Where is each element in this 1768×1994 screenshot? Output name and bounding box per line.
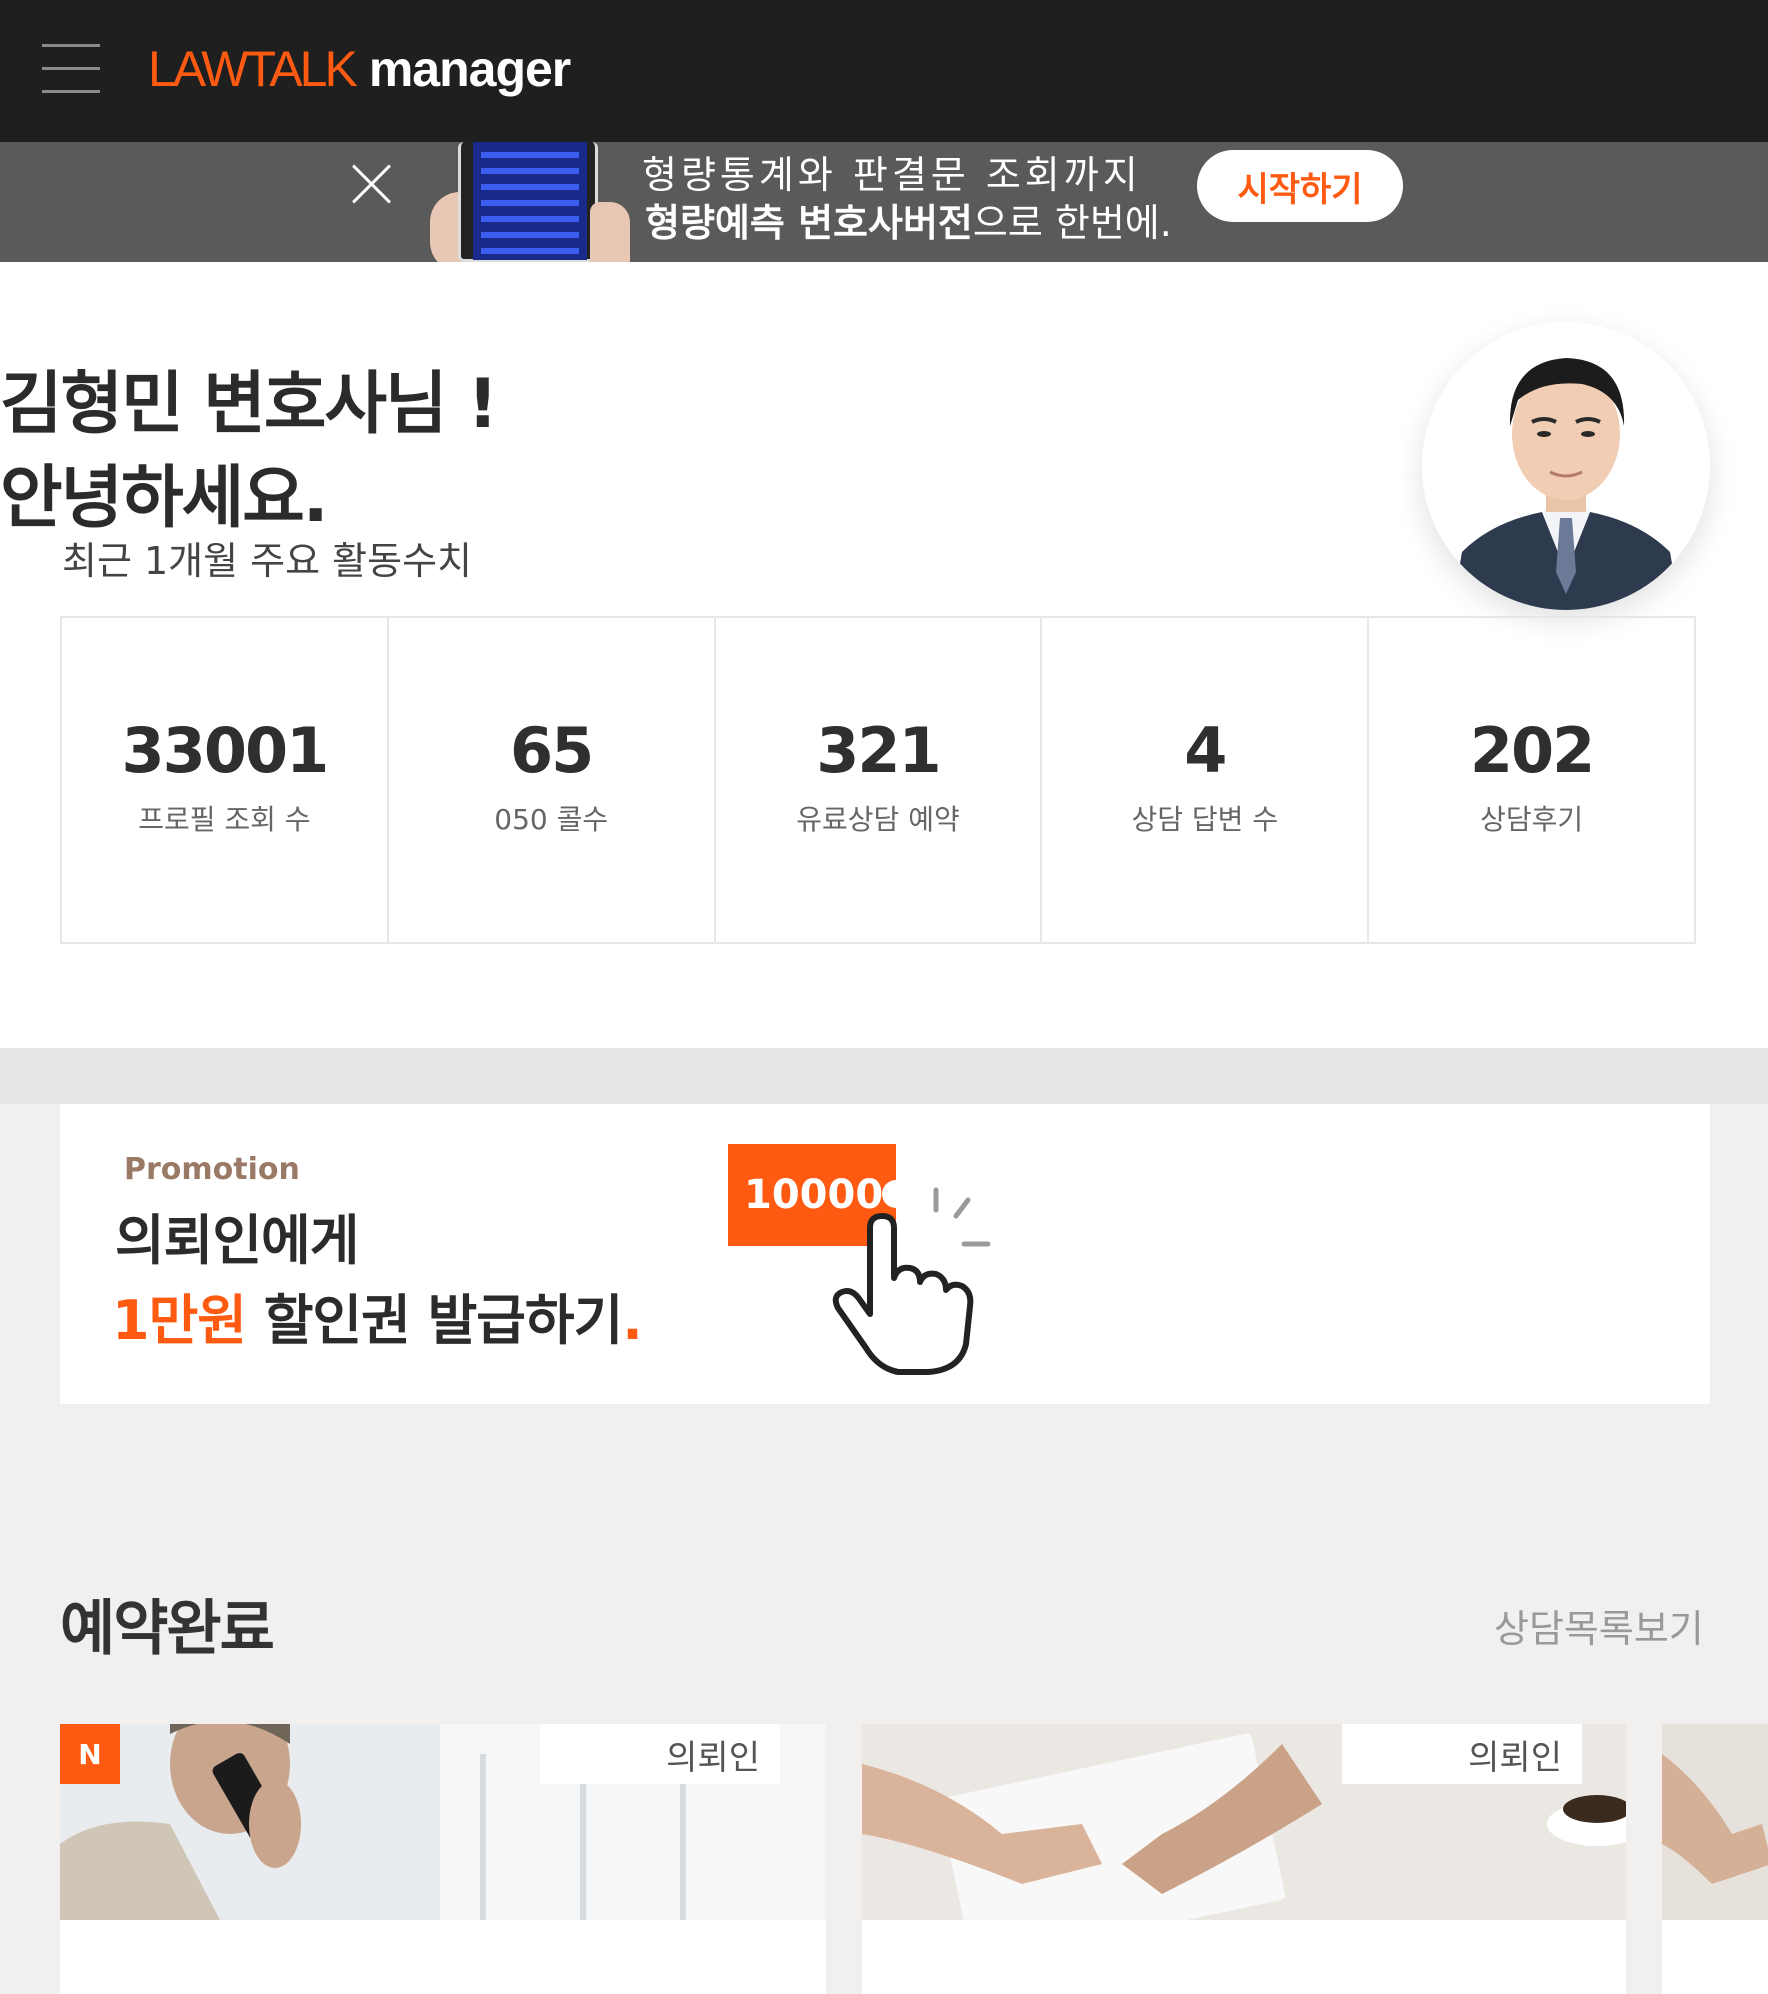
new-badge: N (60, 1724, 120, 1784)
banner-start-button[interactable]: 시작하기 (1197, 150, 1403, 222)
stat-value: 33001 (121, 714, 330, 787)
logo-brand: LAWTALK (148, 41, 358, 97)
hand-illustration-right (590, 202, 630, 262)
greeting-line1: 김형민 변호사님 ! (0, 365, 498, 444)
phone-illustration (458, 142, 598, 262)
stat-050-calls[interactable]: 65 050 콜수 (389, 618, 716, 942)
banner-subline-bold: 형량예측 변호사버전 (645, 201, 973, 245)
card-client-label: 의뢰인 (1342, 1724, 1582, 1784)
reservations-title: 예약완료 (60, 1594, 275, 1664)
card-photo (1662, 1724, 1768, 1920)
stat-paid-consult-bookings[interactable]: 321 유료상담 예약 (716, 618, 1043, 942)
hamburger-menu-icon[interactable] (42, 42, 100, 94)
stat-value: 321 (816, 714, 941, 787)
banner-subline: 형량예측 변호사버전으로 한번에. (645, 192, 1172, 247)
stat-consult-reviews[interactable]: 202 상담후기 (1369, 618, 1694, 942)
activity-label: 최근 1개월 주요 활동수치 (62, 539, 473, 583)
promotion-tag: Promotion (124, 1152, 300, 1187)
promotion-line1: 의뢰인에게 (115, 1209, 359, 1272)
click-spark-icon (933, 1187, 991, 1247)
stat-value: 65 (510, 714, 594, 787)
top-header: LAWTALK manager (0, 0, 1768, 142)
consult-list-link[interactable]: 상담목록보기 (1494, 1598, 1704, 1653)
stat-value: 4 (1184, 714, 1227, 787)
stat-label: 유료상담 예약 (796, 803, 960, 836)
promotion-highlight: 1만원 (112, 1289, 247, 1352)
dashboard-hero: 김형민 변호사님 ! 안녕하세요. 최근 1개월 주요 활동수치 33001 프… (0, 262, 1768, 1048)
activity-stats: 33001 프로필 조회 수 65 050 콜수 321 유료상담 예약 4 상… (60, 616, 1696, 944)
card-client-label: 의뢰인 (540, 1724, 780, 1784)
promotion-card[interactable]: Promotion 의뢰인에게 1만원 할인권 발급하기. 10000 (60, 1104, 1710, 1404)
stat-value: 202 (1469, 714, 1595, 787)
stat-label: 상담후기 (1480, 803, 1584, 836)
greeting-title: 김형민 변호사님 ! 안녕하세요. (0, 358, 498, 546)
promotion-line2-rest: 할인권 발급하기 (245, 1289, 624, 1352)
app-logo[interactable]: LAWTALK manager (148, 40, 571, 100)
promo-banner[interactable]: 형량통계와 판결문 조회까지 형량예측 변호사버전으로 한번에. (0, 142, 1768, 262)
banner-headline: 형량통계와 판결문 조회까지 (642, 153, 1142, 197)
banner-subline-rest: 으로 한번에. (972, 201, 1172, 245)
profile-avatar[interactable] (1422, 322, 1710, 610)
reservation-card[interactable]: 의뢰인 (862, 1724, 1626, 1994)
reservation-card-partial[interactable] (1662, 1724, 1768, 1994)
stat-label: 상담 답변 수 (1131, 803, 1279, 836)
logo-sub: manager (368, 41, 571, 97)
stat-label: 프로필 조회 수 (138, 803, 311, 836)
stat-label: 050 콜수 (494, 803, 609, 836)
stat-consult-answers[interactable]: 4 상담 답변 수 (1042, 618, 1370, 942)
close-icon[interactable] (350, 162, 394, 206)
promotion-line2: 1만원 할인권 발급하기. (112, 1276, 643, 1355)
promotion-dot: . (622, 1289, 642, 1352)
reservation-card[interactable]: N 의뢰인 (60, 1724, 826, 1994)
section-divider (0, 1048, 1768, 1104)
stat-profile-views[interactable]: 33001 프로필 조회 수 (62, 618, 389, 942)
